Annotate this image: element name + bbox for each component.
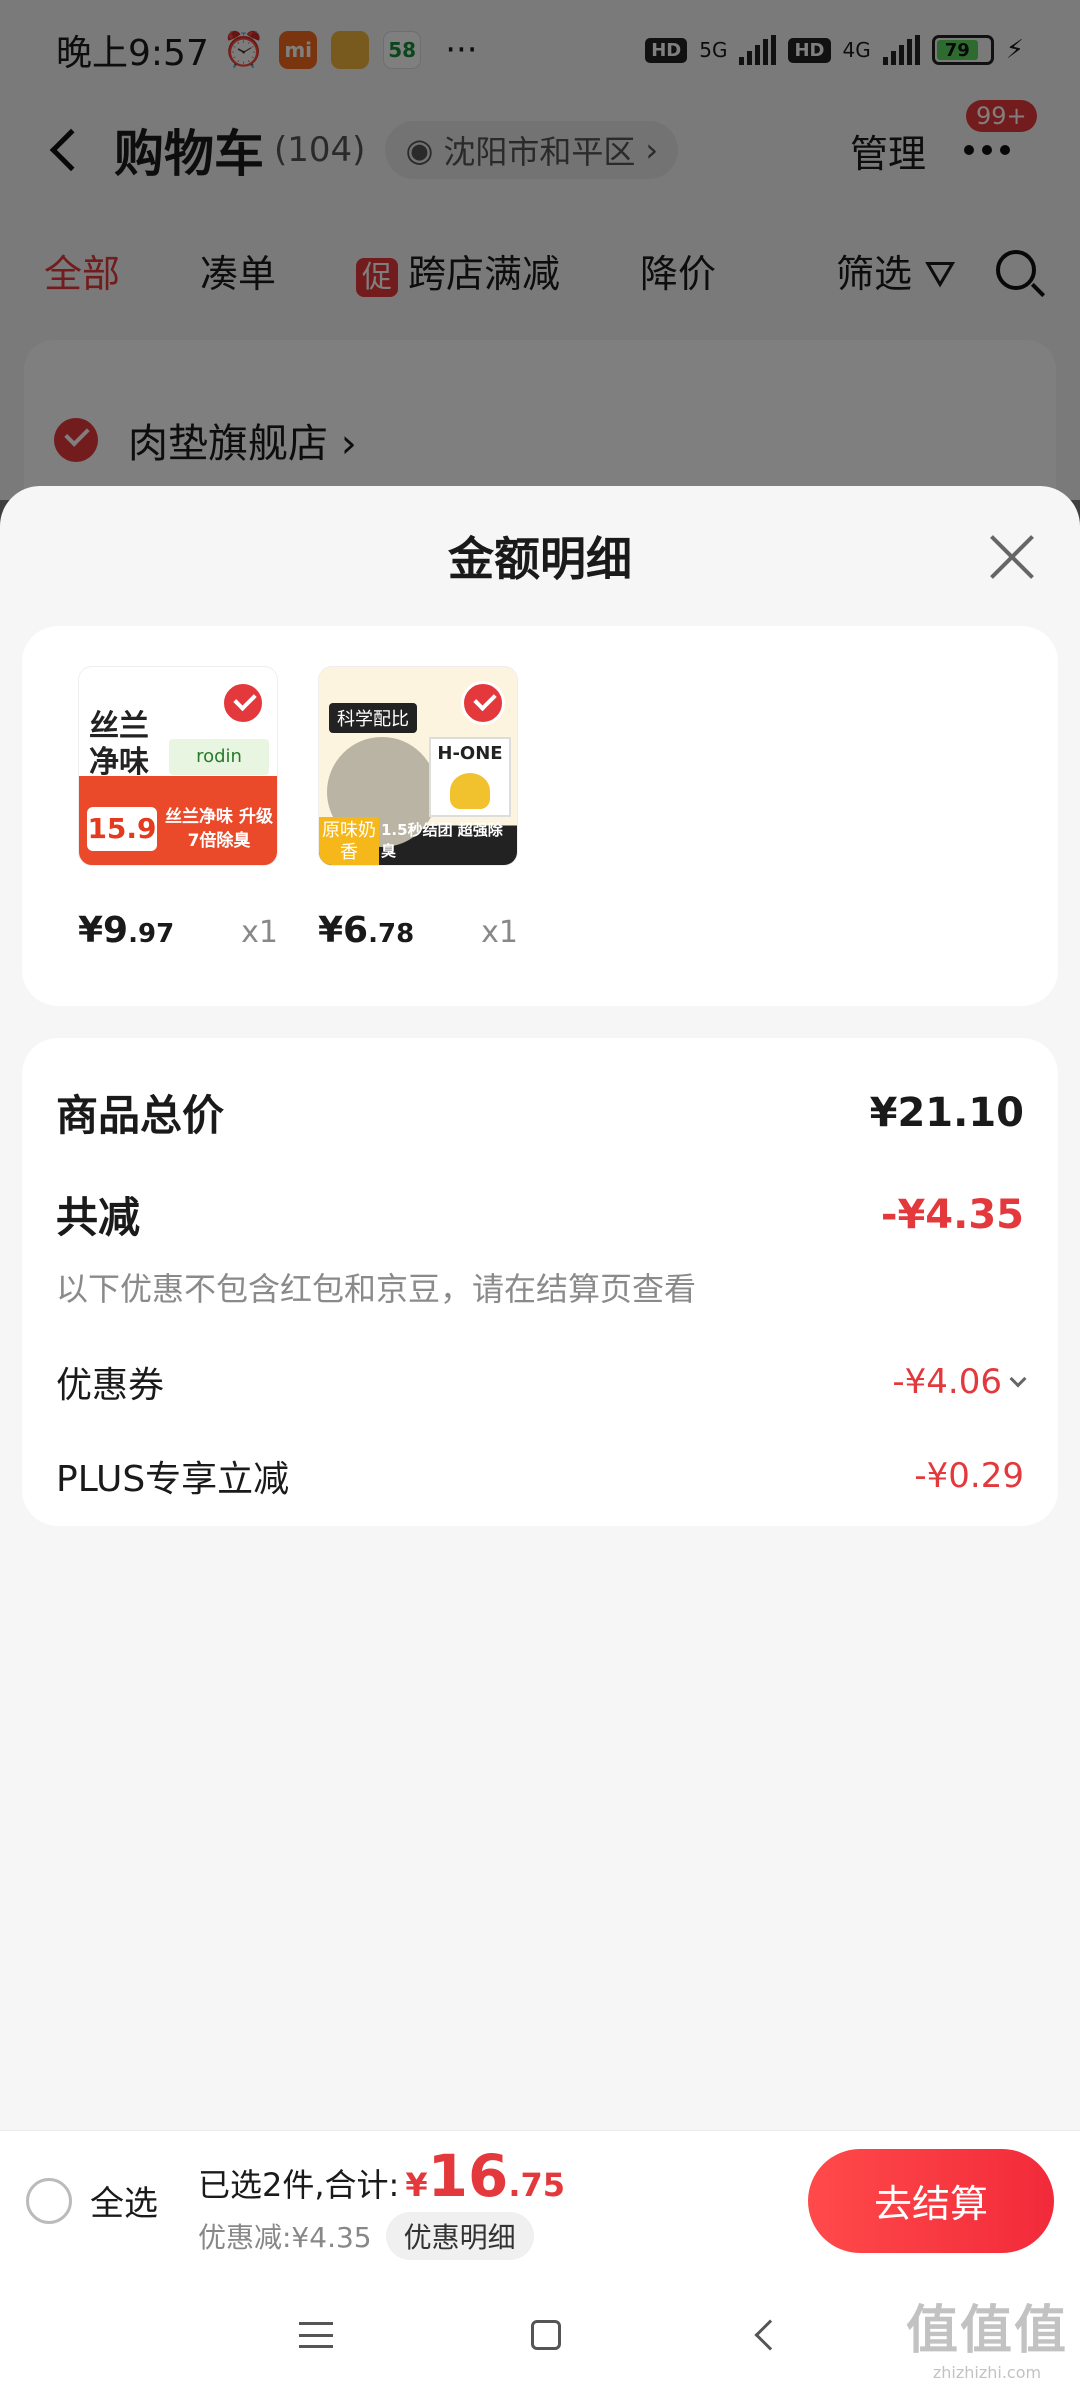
thumb-headline: 丝兰净味 — [89, 709, 149, 780]
system-nav-bar: 值值值 zhizhizhi.com — [0, 2270, 1080, 2400]
checkout-bar: 全选 已选2件,合计: ¥ 16 .75 优惠减:¥4.35 优惠明细 去结算 — [0, 2130, 1080, 2270]
plus-discount-row: PLUS专享立减 -¥0.29 — [56, 1450, 1024, 1502]
sum-decimal: .75 — [508, 2165, 565, 2204]
amount-detail-sheet: 金额明细 丝兰净味 rodin 15.9 丝兰净味 升级7倍除臭 ¥9.97 x… — [0, 486, 1080, 2400]
thumb-title: 科学配比 — [329, 703, 417, 733]
discount-detail-button[interactable]: 优惠明细 — [385, 2211, 534, 2260]
total-price-row: 商品总价 ¥21.10 — [56, 1082, 1024, 1143]
coupon-row[interactable]: 优惠券 -¥4.06 — [56, 1356, 1027, 1408]
cat-icon — [450, 773, 490, 809]
close-icon[interactable] — [988, 532, 1036, 580]
select-all-checkbox[interactable] — [26, 2177, 72, 2224]
watermark-sub: zhizhizhi.com — [932, 2363, 1042, 2382]
price-dec: .97 — [128, 919, 175, 949]
sheet-title: 金额明细 — [448, 532, 632, 586]
thumb-brand: rodin — [169, 739, 269, 775]
thumb-bag-label: H-ONE — [437, 743, 503, 764]
coupon-value-wrap: -¥4.06 — [892, 1362, 1027, 1402]
plus-discount-label: PLUS专享立减 — [56, 1459, 290, 1500]
product-price: ¥6.78 — [318, 910, 414, 951]
product-qty: x1 — [481, 915, 518, 950]
thumb-slogan: 丝兰净味 升级7倍除臭 — [165, 807, 273, 851]
watermark: 值值值 zhizhizhi.com — [906, 2288, 1068, 2382]
watermark-main: 值值值 — [905, 2301, 1068, 2361]
thumb-bag: H-ONE — [429, 737, 511, 817]
total-price-value: ¥21.10 — [869, 1089, 1024, 1136]
selected-summary: 已选2件,合计: — [198, 2165, 400, 2204]
plus-discount-value: -¥0.29 — [914, 1456, 1024, 1496]
coupon-value: -¥4.06 — [892, 1362, 1002, 1402]
price-int: ¥6 — [318, 910, 369, 951]
home-icon[interactable] — [531, 2320, 561, 2350]
product-item[interactable]: 丝兰净味 rodin 15.9 丝兰净味 升级7倍除臭 ¥9.97 x1 — [78, 666, 278, 966]
checkout-button[interactable]: 去结算 — [808, 2148, 1054, 2253]
price-summary-card: 商品总价 ¥21.10 共减 -¥4.35 以下优惠不包含红包和京豆，请在结算页… — [22, 1038, 1058, 1526]
chevron-down-icon — [1009, 1370, 1027, 1388]
discount-note: 以下优惠不包含红包和京豆，请在结算页查看 — [56, 1270, 697, 1308]
sum-currency: ¥ — [405, 2165, 428, 2204]
thumb-tag: 原味奶香 — [319, 817, 379, 865]
back-nav-icon[interactable] — [754, 2319, 786, 2351]
selected-check-icon — [221, 681, 265, 725]
select-all-label[interactable]: 全选 — [90, 2176, 158, 2225]
product-price: ¥9.97 — [78, 910, 174, 951]
selected-check-icon — [461, 681, 505, 725]
total-reduce-value: -¥4.35 — [880, 1191, 1024, 1238]
total-reduce-label: 共减 — [56, 1193, 141, 1242]
sheet-header: 金额明细 — [0, 486, 1080, 626]
total-reduce-row: 共减 -¥4.35 — [56, 1184, 1024, 1245]
price-int: ¥9 — [78, 910, 129, 951]
coupon-label: 优惠券 — [56, 1365, 165, 1406]
order-totals: 已选2件,合计: ¥ 16 .75 优惠减:¥4.35 优惠明细 — [198, 2142, 565, 2260]
menu-icon[interactable] — [299, 2322, 333, 2348]
thumb-bottom-text: 1.5秒结团 超强除臭 — [381, 821, 503, 860]
product-thumbnail: 丝兰净味 rodin 15.9 丝兰净味 升级7倍除臭 — [78, 666, 278, 866]
product-qty: x1 — [241, 915, 278, 950]
price-dec: .78 — [368, 919, 415, 949]
discount-amount: 优惠减:¥4.35 — [198, 2220, 372, 2254]
products-card: 丝兰净味 rodin 15.9 丝兰净味 升级7倍除臭 ¥9.97 x1 科学配… — [22, 626, 1058, 1006]
product-item[interactable]: 科学配比 H-ONE 原味奶香 1.5秒结团 超强除臭 ¥6.78 x1 — [318, 666, 518, 966]
total-price-label: 商品总价 — [56, 1091, 225, 1140]
product-thumbnail: 科学配比 H-ONE 原味奶香 1.5秒结团 超强除臭 — [318, 666, 518, 866]
thumb-promo-price: 15.9 — [87, 807, 157, 851]
sum-integer: 16 — [427, 2141, 509, 2210]
